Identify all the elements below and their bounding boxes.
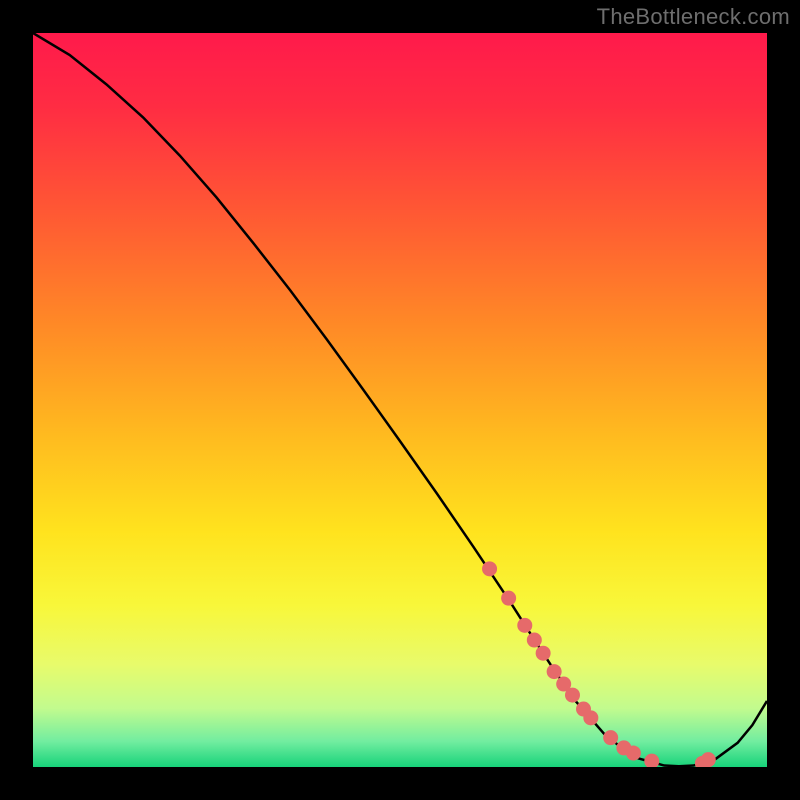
curve-marker: [644, 754, 659, 769]
watermark-text: TheBottleneck.com: [597, 4, 790, 30]
curve-marker: [501, 591, 516, 606]
curve-marker: [626, 746, 641, 761]
plot-background: [33, 33, 767, 767]
curve-marker: [565, 688, 580, 703]
curve-marker: [517, 618, 532, 633]
curve-marker: [547, 664, 562, 679]
curve-marker: [536, 646, 551, 661]
curve-marker: [583, 710, 598, 725]
curve-marker: [482, 561, 497, 576]
curve-marker: [527, 633, 542, 648]
chart-stage: TheBottleneck.com: [0, 0, 800, 800]
curve-marker: [603, 730, 618, 745]
curve-marker: [701, 752, 716, 767]
bottleneck-chart: [0, 0, 800, 800]
